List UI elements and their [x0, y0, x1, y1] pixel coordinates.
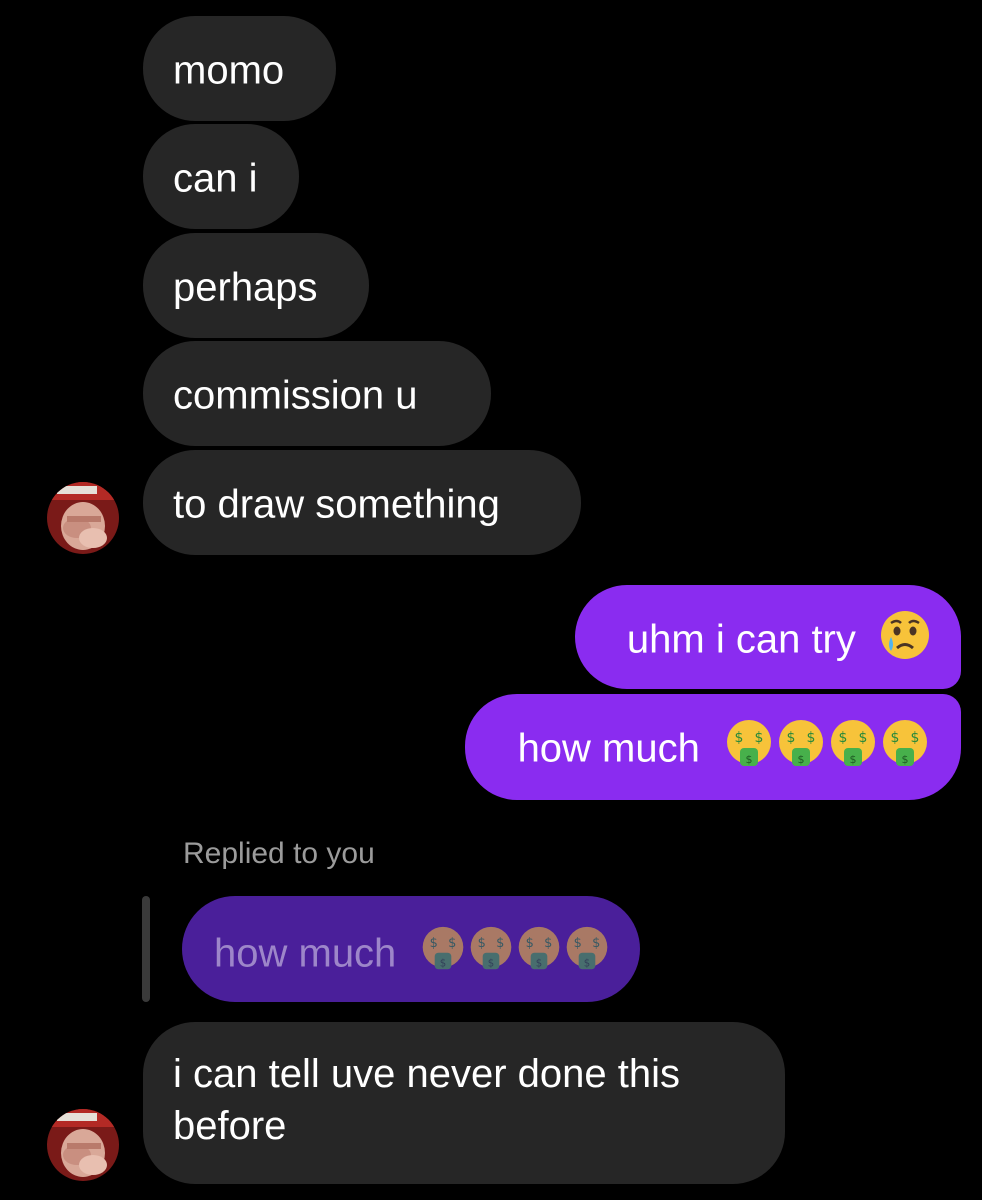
- message-text: momo: [173, 48, 285, 93]
- avatar-image: [47, 482, 119, 554]
- reply-indicator-bar: [142, 896, 150, 1002]
- message-text: to draw something: [173, 482, 500, 527]
- incoming-message[interactable]: commission u: [143, 341, 491, 446]
- svg-text:$: $: [440, 959, 446, 970]
- quoted-message-text: how much: [214, 931, 397, 976]
- svg-text:$: $: [536, 959, 542, 970]
- outgoing-message[interactable]: how much $ $ $ $ $ $ $ $ $ $ $ $: [465, 694, 961, 800]
- svg-text:$: $: [497, 937, 505, 952]
- money-mouth-face-icon: $ $ $: [423, 927, 464, 970]
- incoming-message[interactable]: can i: [143, 124, 299, 229]
- svg-text:$: $: [755, 730, 764, 746]
- message-text: perhaps: [173, 265, 318, 310]
- svg-text:$: $: [545, 937, 553, 952]
- svg-text:$: $: [798, 753, 805, 766]
- money-mouth-face-icon: $ $ $: [727, 720, 771, 767]
- svg-text:$: $: [430, 937, 438, 952]
- svg-text:$: $: [488, 959, 494, 970]
- svg-text:$: $: [891, 730, 900, 746]
- money-mouth-face-icon: $ $ $: [883, 720, 927, 767]
- quoted-message[interactable]: how much $ $ $ $ $ $ $ $ $ $ $ $: [182, 896, 640, 1002]
- svg-text:$: $: [449, 937, 457, 952]
- svg-text:$: $: [911, 730, 920, 746]
- svg-text:$: $: [735, 730, 744, 746]
- message-text: uhm i can try: [626, 617, 856, 662]
- money-mouth-face-icon: $ $ $: [779, 720, 823, 767]
- money-mouth-face-icon: $ $ $: [567, 927, 608, 970]
- svg-text:$: $: [850, 753, 857, 766]
- incoming-message[interactable]: to draw something: [143, 450, 581, 555]
- svg-text:$: $: [859, 730, 868, 746]
- incoming-message[interactable]: momo: [143, 16, 336, 121]
- svg-text:$: $: [584, 959, 590, 970]
- sender-avatar[interactable]: [47, 482, 119, 554]
- svg-text:$: $: [839, 730, 848, 746]
- money-mouth-face-icon: $ $ $: [471, 927, 512, 970]
- svg-text:$: $: [787, 730, 796, 746]
- svg-text:$: $: [807, 730, 816, 746]
- svg-text:$: $: [574, 937, 582, 952]
- message-text: how much: [517, 726, 700, 771]
- incoming-message[interactable]: perhaps: [143, 233, 369, 338]
- message-text: commission u: [173, 373, 418, 418]
- money-mouth-face-icon: $ $ $: [831, 720, 875, 767]
- svg-text:$: $: [593, 937, 601, 952]
- money-mouth-face-emoji-group: $ $ $ $ $ $ $ $ $ $ $ $: [723, 718, 931, 770]
- message-text-line-2: before: [173, 1104, 287, 1148]
- message-text: can i: [173, 156, 258, 201]
- money-mouth-face-emoji-group: $ $ $ $ $ $ $ $ $ $ $ $: [419, 925, 611, 973]
- incoming-message[interactable]: i can tell uve never done this before: [143, 1022, 785, 1184]
- avatar-image: [47, 1109, 119, 1181]
- svg-text:$: $: [478, 937, 486, 952]
- message-text-line-1: i can tell uve never done this: [173, 1052, 680, 1096]
- outgoing-message[interactable]: uhm i can try: [575, 585, 961, 689]
- replied-to-you-label: Replied to you: [183, 837, 375, 870]
- svg-text:$: $: [902, 753, 909, 766]
- crying-face-emoji: [879, 609, 931, 661]
- svg-text:$: $: [526, 937, 534, 952]
- svg-text:$: $: [746, 753, 753, 766]
- money-mouth-face-icon: $ $ $: [519, 927, 560, 970]
- sender-avatar[interactable]: [47, 1109, 119, 1181]
